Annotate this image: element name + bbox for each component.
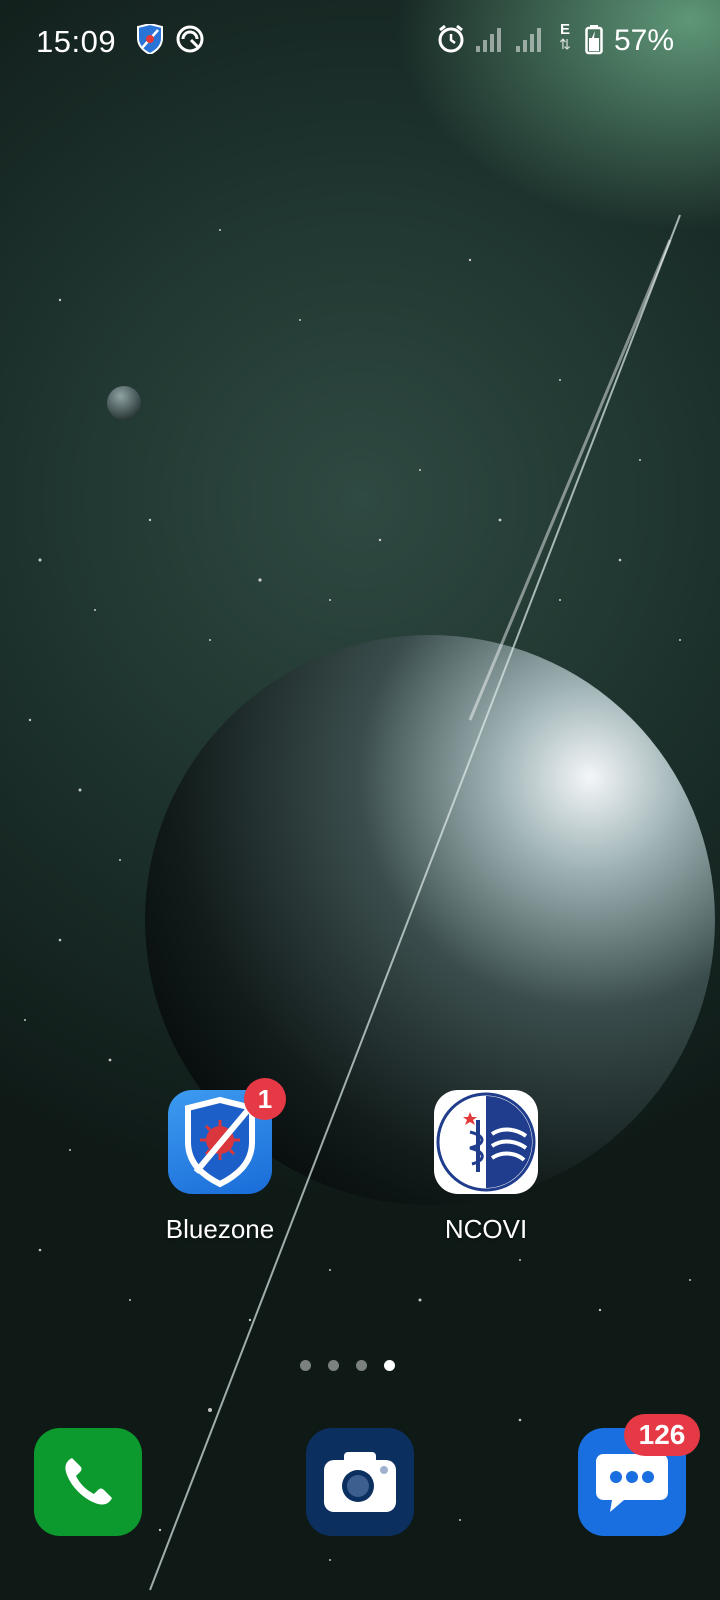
page-dot-active <box>384 1360 395 1371</box>
notification-badge: 126 <box>624 1414 700 1456</box>
page-dot <box>328 1360 339 1371</box>
app-label: NCOVI <box>444 1214 528 1244</box>
camera-icon <box>322 1450 398 1519</box>
data-arrows-icon: E ⇅ <box>556 22 574 52</box>
app-ncovi[interactable]: NCOVI <box>401 1090 571 1245</box>
sync-circle-icon <box>175 24 205 59</box>
status-bar: 15:09 E ⇅ 57% <box>0 0 720 84</box>
status-time: 15:09 <box>36 24 117 59</box>
network-type: E <box>559 21 570 38</box>
alarm-icon <box>436 24 466 59</box>
dock-camera[interactable] <box>306 1428 414 1536</box>
battery-percent: 57% <box>614 24 675 57</box>
bluezone-app-icon[interactable]: 1 <box>168 1078 286 1194</box>
dock-messages[interactable]: 126 <box>578 1414 700 1536</box>
signal-icon <box>514 24 544 59</box>
ncovi-app-icon[interactable] <box>434 1090 538 1194</box>
battery-icon <box>585 25 603 60</box>
app-bluezone[interactable]: 1 Bluezone <box>135 1078 305 1245</box>
notification-badge: 1 <box>244 1078 286 1120</box>
dock-phone[interactable] <box>34 1428 142 1536</box>
phone-icon <box>58 1452 118 1517</box>
page-dot <box>356 1360 367 1371</box>
page-dot <box>300 1360 311 1371</box>
signal-icon <box>474 24 504 59</box>
app-label: Bluezone <box>165 1214 275 1244</box>
bluezone-shield-icon <box>136 22 164 59</box>
chat-bubble-icon <box>594 1448 670 1521</box>
